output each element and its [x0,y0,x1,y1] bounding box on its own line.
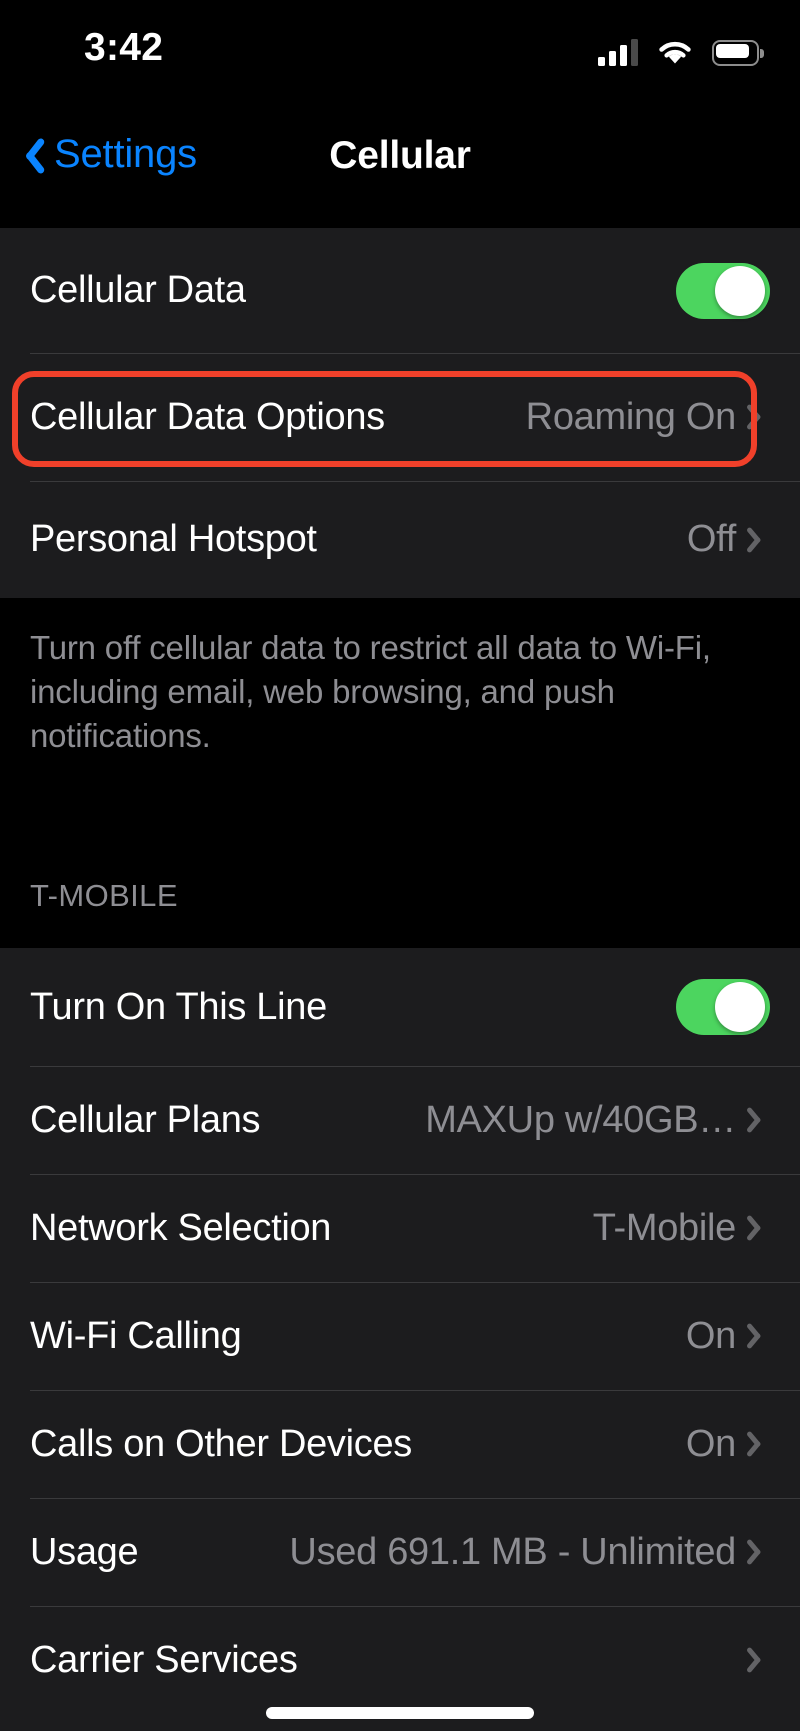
chevron-right-icon [752,1212,770,1244]
row-label-carrier-services: Carrier Services [30,1638,298,1681]
row-calls-on-other-devices[interactable]: Calls on Other Devices On [0,1390,800,1498]
chevron-right-icon [752,401,770,433]
row-cellular-plans[interactable]: Cellular Plans MAXUp w/40GB… [0,1066,800,1174]
row-label-cellular-data: Cellular Data [30,269,246,311]
status-bar-time: 3:42 [84,26,164,69]
chevron-right-icon [752,1536,770,1568]
toggle-knob [715,265,765,316]
row-label-network-selection: Network Selection [30,1206,332,1249]
iphone-screen: 3:42 Settings Cellular Cellular Data Cel… [0,0,800,1731]
page-title: Cellular [329,134,471,177]
section-cellular-main: Cellular Data Cellular Data Options Roam… [0,228,800,598]
row-label-cellular-data-options: Cellular Data Options [30,395,385,438]
row-label-calls-on-other-devices: Calls on Other Devices [30,1422,412,1465]
row-turn-on-this-line[interactable]: Turn On This Line [0,948,800,1066]
row-cellular-data-options[interactable]: Cellular Data Options Roaming On [0,353,800,481]
row-value-cellular-plans: MAXUp w/40GB… [425,1098,736,1141]
row-wifi-calling[interactable]: Wi-Fi Calling On [0,1282,800,1390]
row-value-personal-hotspot: Off [686,518,736,560]
row-label-wifi-calling: Wi-Fi Calling [30,1314,242,1357]
toggle-turn-on-this-line[interactable] [676,979,770,1035]
row-network-selection[interactable]: Network Selection T-Mobile [0,1174,800,1282]
row-label-usage: Usage [30,1530,139,1573]
row-label-personal-hotspot: Personal Hotspot [30,518,317,560]
chevron-right-icon [752,1644,770,1676]
status-bar: 3:42 [0,0,800,100]
row-personal-hotspot[interactable]: Personal Hotspot Off [0,481,800,598]
section-header-tmobile: T-MOBILE [30,878,178,913]
row-value-wifi-calling: On [685,1314,736,1357]
footnote-cellular-data: Turn off cellular data to restrict all d… [0,598,800,758]
row-label-cellular-plans: Cellular Plans [30,1098,261,1141]
toggle-cellular-data[interactable] [676,262,770,319]
row-value-calls-on-other-devices: On [685,1422,736,1465]
row-cellular-data[interactable]: Cellular Data [0,228,800,353]
row-value-usage: Used 691.1 MB - Unlimited [289,1530,736,1573]
row-value-cellular-data-options: Roaming On [525,395,737,438]
status-bar-indicators [598,32,764,66]
toggle-knob [715,982,765,1032]
cellular-signal-icon [598,38,638,66]
chevron-right-icon [752,1320,770,1352]
row-carrier-services[interactable]: Carrier Services [0,1606,800,1714]
chevron-right-icon [752,1428,770,1460]
battery-icon [712,40,764,66]
section-carrier-line: Turn On This Line Cellular Plans MAXUp w… [0,948,800,1731]
row-usage[interactable]: Usage Used 691.1 MB - Unlimited [0,1498,800,1606]
row-label-turn-on-this-line: Turn On This Line [30,985,327,1028]
chevron-right-icon [752,1104,770,1136]
chevron-right-icon [752,524,770,556]
home-indicator [266,1707,534,1719]
navigation-bar: Settings Cellular [0,100,800,228]
wifi-icon [656,38,694,66]
row-value-network-selection: T-Mobile [592,1206,737,1249]
